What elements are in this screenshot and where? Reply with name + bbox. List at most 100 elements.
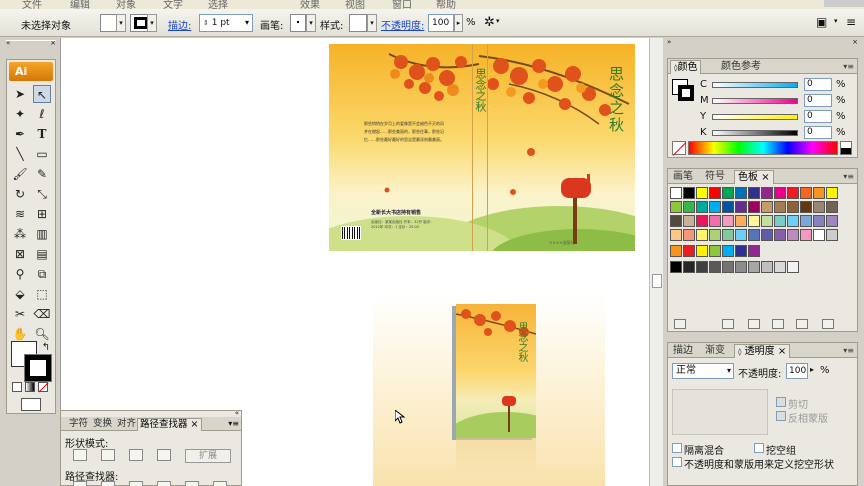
cyan-value-field[interactable]: 0	[804, 78, 832, 91]
color-swatch[interactable]	[683, 215, 695, 227]
intersect-icon[interactable]	[129, 449, 143, 461]
panel-menu-icon[interactable]: ▾≡	[228, 419, 239, 428]
color-swatch[interactable]	[826, 201, 838, 213]
menu-help[interactable]: 帮助	[436, 0, 456, 9]
knockout-group-checkbox[interactable]	[754, 443, 764, 453]
color-swatch[interactable]	[748, 229, 760, 241]
symbol-sprayer-tool-icon[interactable]: ⁂	[11, 225, 29, 243]
color-swatch[interactable]	[735, 229, 747, 241]
pen-tool-icon[interactable]: ✒	[11, 125, 29, 143]
exclude-icon[interactable]	[157, 449, 171, 461]
color-swatch[interactable]	[787, 215, 799, 227]
blend-mode-select[interactable]: 正常 ▾	[672, 363, 734, 379]
tab-color[interactable]: ◊颜色	[670, 60, 702, 74]
color-stroke-box[interactable]	[678, 85, 694, 101]
magenta-slider[interactable]: M 0 %	[700, 94, 850, 107]
type-tool-icon[interactable]: T	[33, 125, 51, 143]
menu-object[interactable]: 对象	[116, 0, 136, 9]
swatch-libraries-icon[interactable]	[674, 319, 686, 329]
cyan-slider-track[interactable]	[712, 82, 798, 88]
color-swatch[interactable]	[748, 261, 760, 273]
color-swatch[interactable]	[696, 261, 708, 273]
color-swatch[interactable]	[735, 245, 747, 257]
gradient-mode-icon[interactable]	[25, 382, 35, 392]
color-swatch[interactable]	[696, 187, 708, 199]
black-slider[interactable]: K 0 %	[700, 126, 850, 139]
crop-icon[interactable]	[157, 481, 171, 486]
slice-tool-icon[interactable]: ✂	[11, 305, 29, 323]
color-swatch[interactable]	[761, 229, 773, 241]
color-swatch[interactable]	[722, 201, 734, 213]
color-swatch[interactable]	[813, 187, 825, 199]
magenta-value-field[interactable]: 0	[804, 94, 832, 107]
live-paint-tool-icon[interactable]: ⬙	[11, 285, 29, 303]
expand-button[interactable]: 扩展	[185, 449, 231, 463]
opacity-field[interactable]: 100	[428, 14, 454, 32]
dock-grip[interactable]: » ×	[667, 38, 858, 48]
color-swatch[interactable]	[670, 215, 682, 227]
opacity-label[interactable]: 不透明度:	[381, 17, 424, 32]
color-swatch[interactable]	[696, 201, 708, 213]
chevron-down-icon[interactable]: ▾	[245, 15, 249, 31]
brush-dropdown[interactable]: ▾	[306, 14, 316, 32]
black-value-field[interactable]: 0	[804, 126, 832, 139]
color-swatch[interactable]	[722, 215, 734, 227]
color-swatch[interactable]	[670, 229, 682, 241]
color-swatch[interactable]	[709, 215, 721, 227]
color-swatch[interactable]	[735, 215, 747, 227]
color-swatch[interactable]	[722, 245, 734, 257]
color-swatch[interactable]	[683, 229, 695, 241]
new-color-group-icon[interactable]	[772, 319, 784, 329]
close-icon[interactable]: ×	[852, 38, 858, 46]
menu-file[interactable]: 文件	[22, 0, 42, 9]
chevron-down-icon[interactable]: ▾	[727, 364, 731, 378]
tab-swatches[interactable]: 色板 ×	[734, 170, 774, 184]
unite-icon[interactable]	[73, 449, 87, 461]
yellow-slider-track[interactable]	[712, 114, 798, 120]
color-swatch[interactable]	[826, 187, 838, 199]
menu-window[interactable]: 窗口	[392, 0, 412, 9]
color-swatch[interactable]	[670, 201, 682, 213]
color-swatch[interactable]	[800, 215, 812, 227]
eraser-tool-icon[interactable]: ⌫	[33, 305, 51, 323]
live-paint-selection-icon[interactable]: ⬚	[33, 285, 51, 303]
minus-front-icon[interactable]	[101, 449, 115, 461]
style-swatch[interactable]	[349, 14, 367, 32]
color-swatch[interactable]	[800, 229, 812, 241]
none-color-icon[interactable]	[672, 141, 687, 156]
toggle-icon[interactable]: ◊	[738, 348, 741, 356]
color-swatch[interactable]	[787, 261, 799, 273]
color-swatch[interactable]	[709, 261, 721, 273]
stroke-label[interactable]: 描边:	[168, 17, 191, 32]
tab-color-guide[interactable]: 颜色参考	[718, 60, 764, 74]
color-swatch[interactable]	[748, 245, 760, 257]
minus-back-icon[interactable]	[213, 481, 227, 486]
panel-menu-icon[interactable]: ▾≡	[843, 346, 854, 355]
isolate-blending-checkbox[interactable]	[672, 443, 682, 453]
opacity-arrow-icon[interactable]: ▸	[810, 365, 814, 374]
merge-icon[interactable]	[129, 481, 143, 486]
close-icon[interactable]: ×	[50, 39, 56, 47]
color-swatch[interactable]	[774, 187, 786, 199]
tab-brushes[interactable]: 画笔	[670, 170, 696, 184]
tab-symbols[interactable]: 符号	[702, 170, 728, 184]
new-swatch-icon[interactable]	[796, 319, 808, 329]
magic-wand-tool-icon[interactable]: ✦	[11, 105, 29, 123]
line-tool-icon[interactable]: ╲	[11, 145, 29, 163]
divide-icon[interactable]	[73, 481, 87, 486]
color-swatch[interactable]	[670, 245, 682, 257]
warp-tool-icon[interactable]: ≋	[11, 205, 29, 223]
document-setup-icon[interactable]: ▣	[816, 15, 827, 29]
panel-menu-icon[interactable]: ▾≡	[843, 172, 854, 181]
menu-edit[interactable]: 编辑	[70, 0, 90, 9]
black-slider-track[interactable]	[712, 130, 798, 136]
color-swatch[interactable]	[722, 187, 734, 199]
color-swatch[interactable]	[826, 215, 838, 227]
direct-selection-tool-icon[interactable]: ↖	[33, 85, 51, 103]
close-icon[interactable]: ×	[761, 172, 769, 183]
chevron-down-icon[interactable]: ▾	[496, 17, 500, 25]
opacity-mask-knockout-checkbox[interactable]	[672, 457, 682, 467]
scrollbar-thumb[interactable]	[652, 274, 662, 288]
color-swatch[interactable]	[683, 261, 695, 273]
color-swatch[interactable]	[696, 229, 708, 241]
